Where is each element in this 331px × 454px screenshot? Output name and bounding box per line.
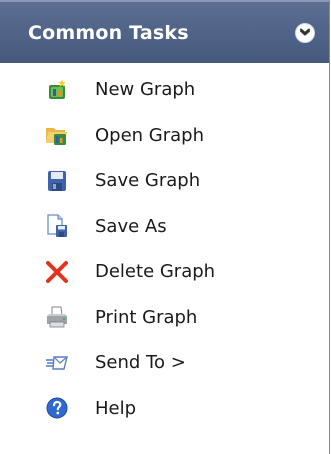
task-label: Save As [95,215,167,237]
task-label: Delete Graph [95,261,216,283]
panel-header[interactable]: Common Tasks [0,0,329,63]
chevron-double-up-icon [300,28,310,36]
task-delete-graph[interactable]: Delete Graph [0,249,329,295]
printer-icon [45,305,69,329]
task-label: Print Graph [95,306,198,328]
common-tasks-panel: Common Tasks New Graph Open Graph Save G… [0,0,330,454]
task-label: Open Graph [95,124,205,146]
task-send-to[interactable]: Send To > [0,340,329,386]
task-help[interactable]: Help [0,386,329,432]
collapse-button[interactable] [295,23,315,43]
task-open-graph[interactable]: Open Graph [0,113,329,159]
task-save-graph[interactable]: Save Graph [0,158,329,204]
task-label: Send To > [95,352,186,374]
delete-icon [45,260,69,284]
task-print-graph[interactable]: Print Graph [0,295,329,341]
send-to-icon [45,351,69,375]
task-label: New Graph [95,79,196,101]
task-label: Help [95,397,137,419]
task-new-graph[interactable]: New Graph [0,67,329,113]
task-list: New Graph Open Graph Save Graph Save As … [0,67,329,431]
save-icon [45,169,69,193]
help-icon [45,396,69,420]
save-as-icon [45,214,69,238]
panel-title: Common Tasks [28,21,189,44]
task-save-as[interactable]: Save As [0,204,329,250]
task-label: Save Graph [95,170,201,192]
open-graph-icon [45,123,69,147]
new-graph-icon [45,78,69,102]
